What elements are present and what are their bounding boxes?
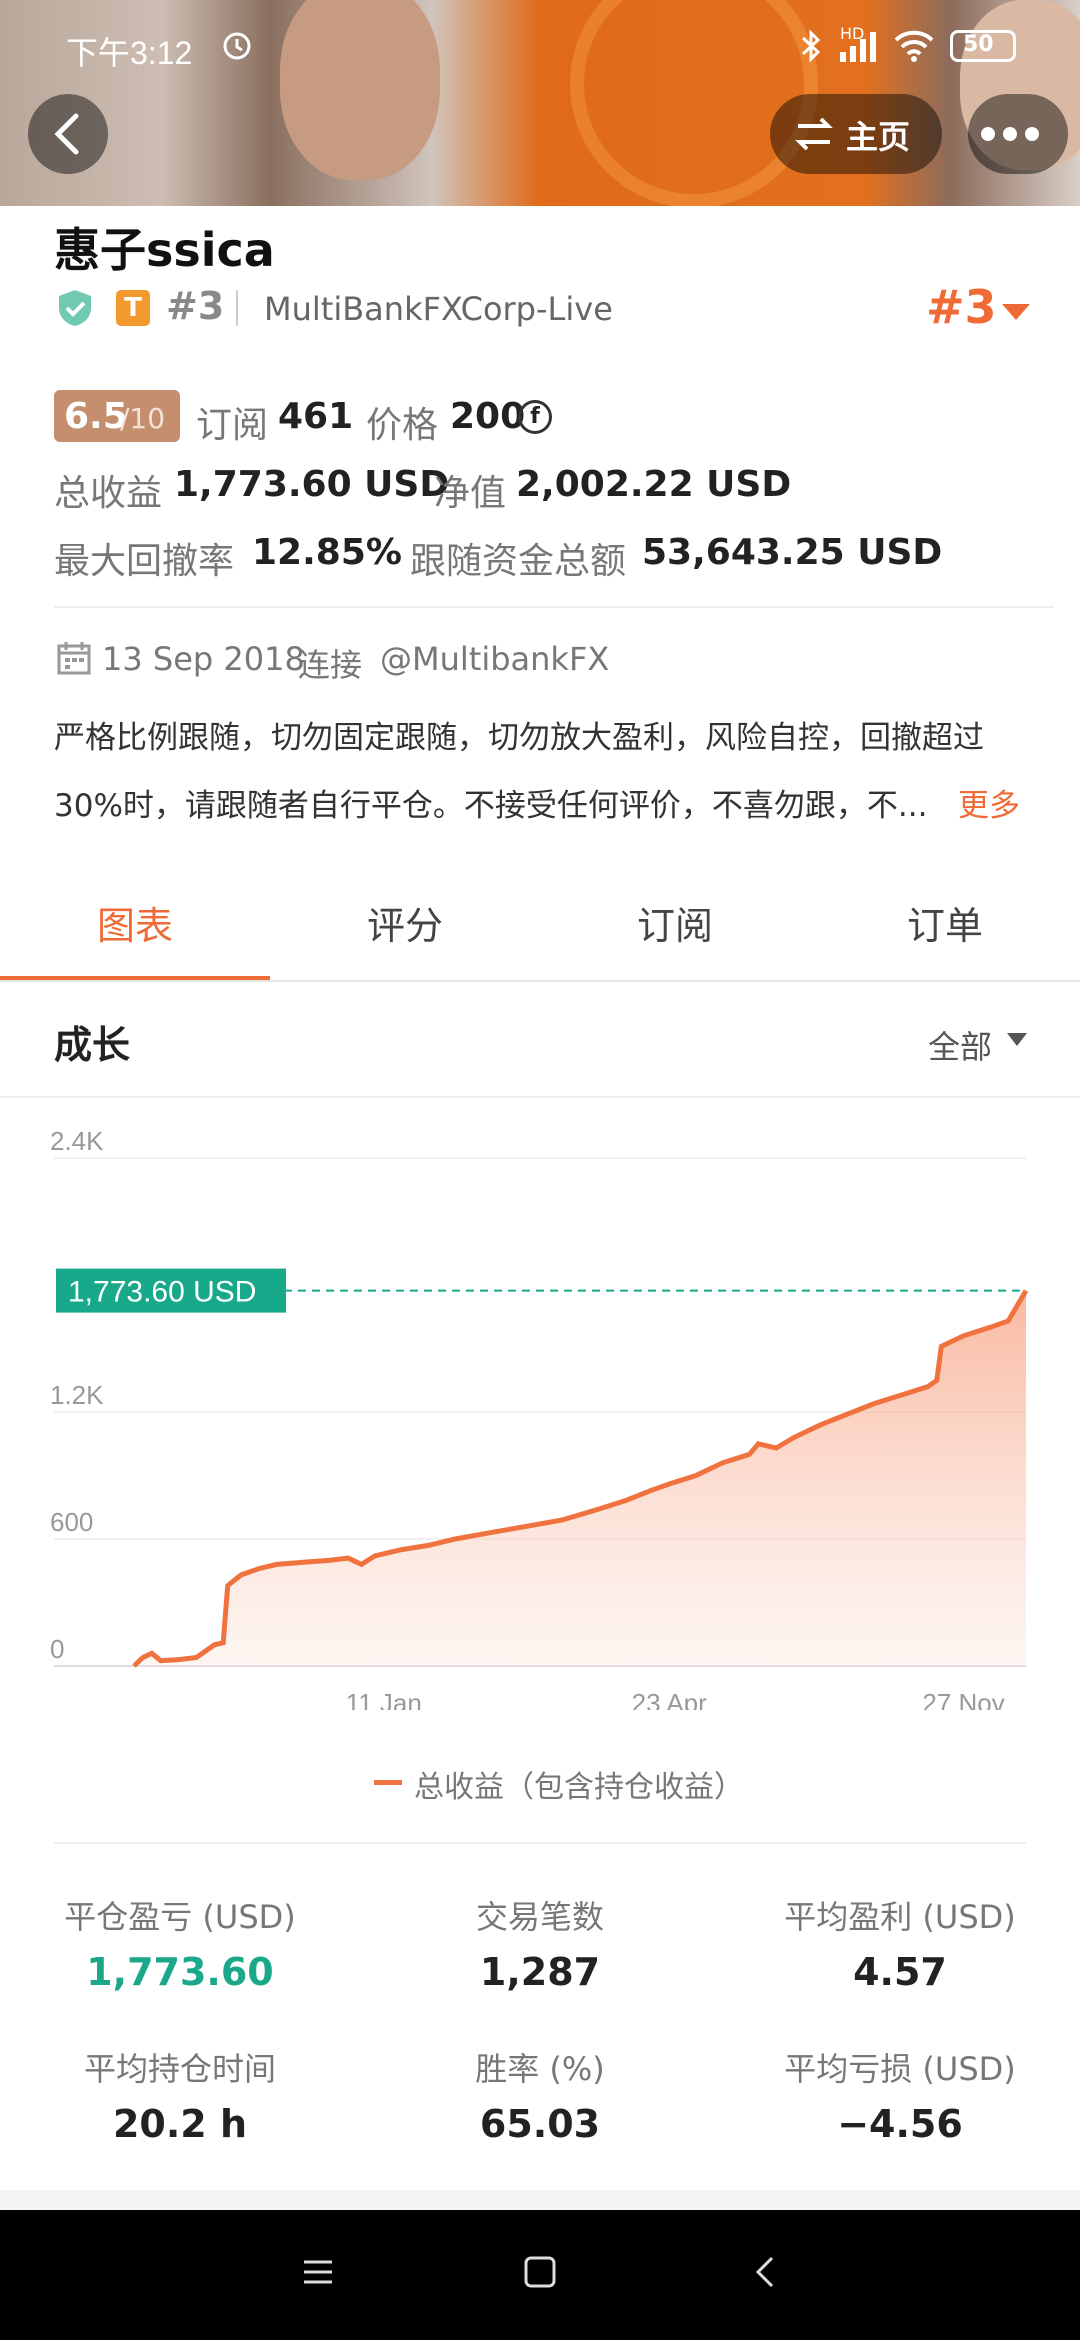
score-value: 6.5 [64, 396, 128, 437]
alarm-icon [220, 28, 254, 62]
stat-value: 1,287 [479, 1950, 601, 1994]
stat-label: 平均持仓时间 [83, 2050, 276, 2088]
coin-icon: f [518, 400, 552, 434]
total-profit-value: 1,773.60 USD [174, 464, 450, 505]
tier-badge: T [116, 290, 150, 326]
bottom-spacer [0, 2190, 1080, 2210]
social-handle[interactable]: @MultibankFX [380, 640, 609, 678]
stat-label: 交易笔数 [475, 1898, 604, 1936]
follow-funds-label: 跟随资金总额 [410, 541, 627, 582]
tab-orders[interactable]: 订单 [810, 895, 1080, 950]
swap-icon [795, 117, 833, 151]
back-arrow-icon [54, 113, 79, 155]
current-value-label: 1,773.60 USD [68, 1276, 256, 1309]
more-link[interactable]: 更多 [958, 780, 1020, 825]
status-time: 下午3:12 [66, 35, 193, 71]
legend-label: 总收益（包含持仓收益） [414, 1770, 744, 1805]
stat-label: 平均盈利 (USD) [784, 1898, 1016, 1936]
home-label: 主页 [846, 118, 911, 156]
menu-icon[interactable] [296, 2250, 340, 2294]
stat-value: −4.56 [837, 2102, 963, 2146]
x-tick-label: 23 Apr [632, 1688, 708, 1710]
calendar-icon [56, 640, 92, 676]
ellipsis-icon [981, 127, 1039, 141]
stat-label: 胜率 (%) [475, 2050, 605, 2088]
stat-value: 1,773.60 [86, 1950, 274, 1994]
back-triangle-icon[interactable] [744, 2250, 788, 2294]
home-square-icon[interactable] [518, 2250, 562, 2294]
stat-value: 4.57 [853, 1950, 947, 1994]
decor-circle [570, 0, 818, 206]
y-tick-label: 600 [50, 1507, 93, 1537]
equity-value: 2,002.22 USD [516, 464, 792, 505]
y-tick-label: 0 [50, 1634, 64, 1664]
legend-swatch [374, 1780, 402, 1785]
divider [54, 606, 1054, 608]
system-nav-bar [0, 2210, 1080, 2340]
y-tick-label: 1.2K [50, 1380, 104, 1410]
verified-shield-icon [56, 288, 94, 328]
divider [0, 1096, 1080, 1098]
filter-dropdown-icon[interactable] [1006, 1032, 1028, 1048]
max-drawdown-label: 最大回撤率 [54, 541, 235, 582]
battery-icon: 50 [950, 30, 1016, 62]
price-label: 价格 [366, 405, 439, 446]
home-button[interactable]: 主页 [770, 94, 942, 174]
score-badge: 6.5 /10 [54, 390, 180, 442]
rank-big[interactable]: #3 [926, 280, 997, 334]
hd-label: HD [840, 24, 865, 43]
equity-label: 净值 [434, 473, 507, 514]
range-filter[interactable]: 全部 [928, 1022, 992, 1068]
connect-date: 13 Sep 2018 [102, 640, 305, 678]
x-tick-label: 27 Nov [922, 1688, 1004, 1710]
connect-label: 连接 [298, 646, 363, 684]
bluetooth-icon [800, 28, 822, 64]
tab-chart[interactable]: 图表 [0, 895, 270, 950]
description-line-2: 30%时，请跟随者自行平仓。不接受任何评价，不喜勿跟，不... [54, 788, 928, 824]
divider [54, 1842, 1026, 1844]
battery-level: 50 [963, 32, 994, 57]
max-drawdown-value: 12.85% [252, 532, 402, 573]
x-tick-label: 11 Jan [346, 1688, 422, 1710]
stat-label: 平仓盈亏 (USD) [64, 1898, 296, 1936]
description-line-1: 严格比例跟随，切勿固定跟随，切勿放大盈利，风险自控，回撤超过 [54, 720, 984, 756]
wifi-icon [892, 28, 936, 64]
growth-chart[interactable]: 1,773.60 USD 2.4K 1.2K 600 0 11 Jan 23 Apr 27… [0, 1110, 1080, 1710]
rank-small: #3 [166, 284, 225, 328]
subscribe-label: 订阅 [196, 405, 269, 446]
follow-funds-value: 53,643.25 USD [642, 532, 943, 573]
more-menu-button[interactable] [968, 94, 1068, 174]
back-button[interactable] [28, 94, 108, 174]
stat-label: 平均亏损 (USD) [784, 2050, 1016, 2088]
growth-area [134, 1290, 1026, 1666]
price-value: 200 [450, 396, 526, 437]
section-title: 成长 [54, 1023, 131, 1067]
total-profit-label: 总收益 [54, 473, 163, 514]
broker-name: MultiBankFXCorp-Live [264, 290, 613, 328]
divider [0, 980, 1080, 982]
stat-value: 20.2 h [112, 2102, 248, 2146]
y-tick-label: 2.4K [50, 1126, 104, 1156]
avatar-photo [280, 0, 440, 180]
tab-subscribe[interactable]: 订阅 [540, 895, 810, 950]
divider [236, 290, 238, 326]
trader-name: 惠子ssica [54, 223, 275, 277]
subscribe-value: 461 [278, 396, 354, 437]
tab-rating[interactable]: 评分 [270, 895, 540, 950]
stat-value: 65.03 [479, 2102, 601, 2146]
score-max: /10 [120, 402, 166, 435]
rank-dropdown-icon[interactable] [1000, 302, 1032, 322]
